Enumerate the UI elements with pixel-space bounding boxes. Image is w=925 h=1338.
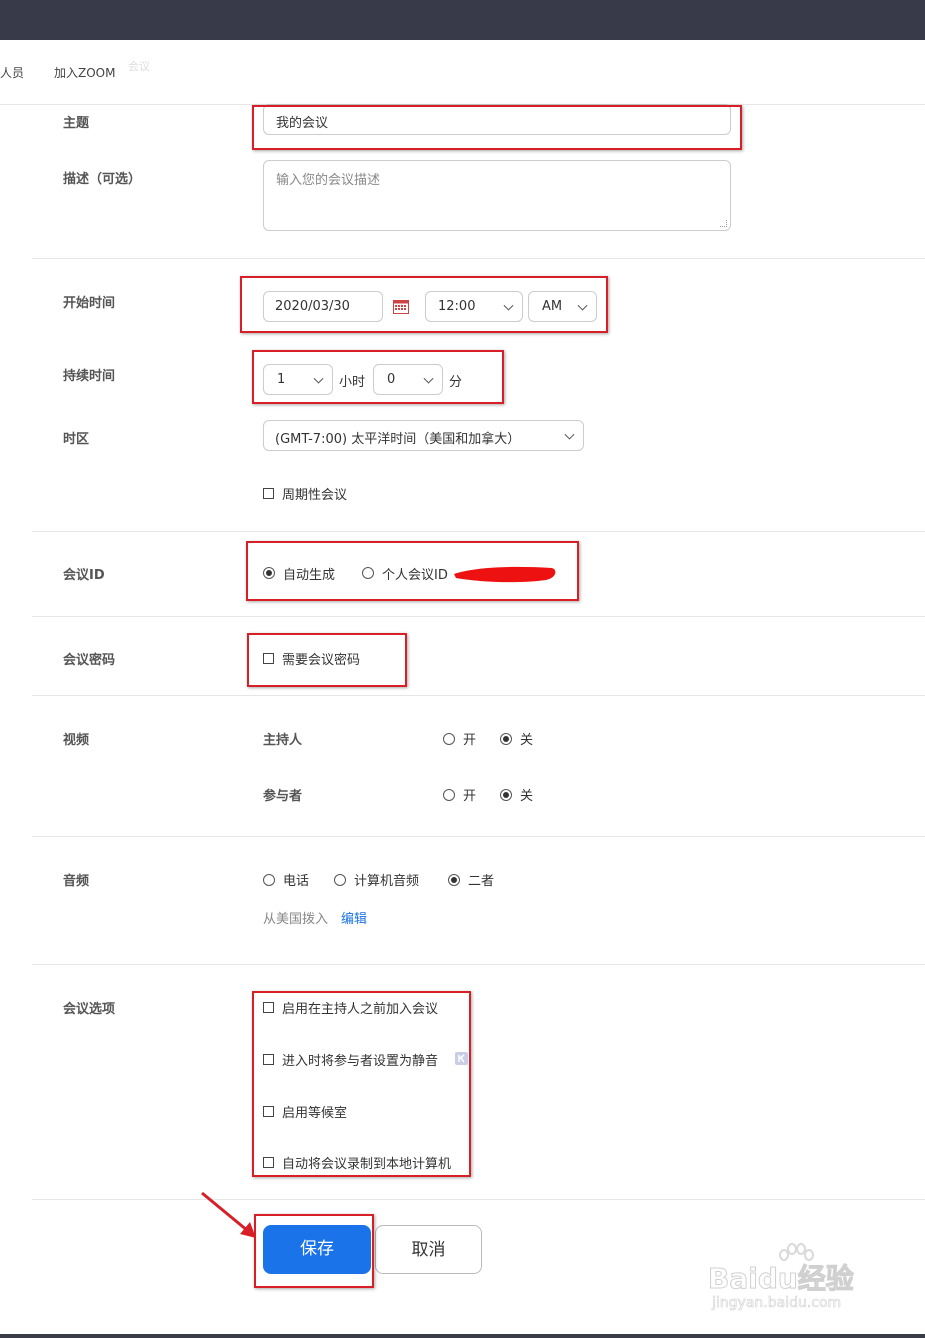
option-checkbox[interactable]: [263, 1106, 274, 1117]
video-participant-off-label: 关: [520, 789, 534, 804]
watermark-brand: Baidu经验: [708, 1262, 855, 1296]
chevron-down-icon: [313, 373, 324, 384]
meeting-id-auto-label: 自动生成: [283, 568, 336, 583]
divider: [32, 964, 925, 965]
video-host-on-radio[interactable]: [443, 733, 455, 745]
meeting-id-label: 会议ID: [63, 568, 105, 583]
cancel-button[interactable]: 取消: [375, 1225, 482, 1274]
recurring-label: 周期性会议: [282, 488, 348, 503]
timezone-select[interactable]: (GMT-7:00) 太平洋时间（美国和加拿大）: [263, 420, 584, 451]
password-checkbox-label: 需要会议密码: [282, 653, 361, 668]
password-label: 会议密码: [63, 653, 116, 668]
duration-hours-select[interactable]: 1: [263, 364, 333, 395]
duration-label: 持续时间: [63, 369, 116, 384]
video-label: 视频: [63, 733, 90, 748]
nav-faint-text: 会议: [128, 60, 150, 73]
audio-edit-link[interactable]: 编辑: [341, 908, 367, 927]
options-label: 会议选项: [63, 1002, 116, 1017]
date-value: 2020/03/30: [275, 299, 350, 314]
divider: [32, 695, 925, 696]
time-value: 12:00: [438, 299, 476, 314]
description-textarea[interactable]: 输入您的会议描述: [263, 160, 731, 231]
annotation-arrow-icon: [201, 1191, 256, 1238]
option-checkbox[interactable]: [263, 1157, 274, 1168]
audio-computer-radio[interactable]: [334, 874, 346, 886]
annotation-box-options: [252, 991, 471, 1177]
nav-item-join-zoom[interactable]: 加入ZOOM: [54, 64, 115, 81]
option-label: 自动将会议录制到本地计算机: [282, 1157, 452, 1172]
watermark-logo: Baidu经验 jingyan.baidu.com: [708, 1243, 878, 1315]
option-label: 启用在主持人之前加入会议: [282, 1002, 439, 1017]
divider: [32, 531, 925, 532]
option-label: 启用等候室: [282, 1106, 348, 1121]
top-bar: [0, 0, 925, 40]
date-input[interactable]: 2020/03/30: [263, 291, 383, 322]
chevron-down-icon: [564, 429, 575, 440]
ampm-value: AM: [542, 299, 563, 314]
chevron-down-icon: [503, 300, 514, 311]
option-checkbox[interactable]: [263, 1054, 274, 1065]
video-host-off-label: 关: [520, 733, 534, 748]
audio-both-label: 二者: [468, 874, 495, 889]
topic-value: 我的会议: [276, 116, 329, 131]
nav-item-people[interactable]: 人员: [0, 64, 24, 81]
audio-phone-radio[interactable]: [263, 874, 275, 886]
video-host-label: 主持人: [263, 733, 303, 748]
recurring-checkbox[interactable]: [263, 488, 274, 499]
redaction-scribble: [454, 566, 556, 583]
video-participant-on-label: 开: [463, 789, 477, 804]
duration-hours-value: 1: [277, 372, 286, 387]
option-checkbox[interactable]: [263, 1002, 274, 1013]
minutes-unit: 分: [449, 375, 463, 390]
start-time-label: 开始时间: [63, 296, 116, 311]
video-participant-on-radio[interactable]: [443, 789, 455, 801]
ampm-select[interactable]: AM: [528, 291, 597, 322]
save-button[interactable]: 保存: [263, 1225, 371, 1274]
meeting-id-auto-radio[interactable]: [263, 567, 275, 579]
password-checkbox[interactable]: [263, 653, 274, 664]
topic-input[interactable]: 我的会议: [263, 104, 731, 135]
audio-label: 音频: [63, 874, 90, 889]
divider: [32, 616, 925, 617]
duration-minutes-value: 0: [387, 372, 396, 387]
topic-label: 主题: [63, 116, 90, 131]
duration-minutes-select[interactable]: 0: [373, 364, 443, 395]
video-participant-label: 参与者: [263, 789, 303, 804]
description-placeholder: 输入您的会议描述: [276, 173, 381, 188]
audio-computer-label: 计算机音频: [354, 874, 420, 889]
divider: [32, 258, 925, 259]
video-host-off-radio[interactable]: [500, 733, 512, 745]
resize-handle-icon[interactable]: [720, 220, 727, 227]
timezone-label: 时区: [63, 432, 90, 447]
time-select[interactable]: 12:00: [425, 291, 523, 322]
video-participant-off-radio[interactable]: [500, 789, 512, 801]
audio-phone-label: 电话: [283, 874, 310, 889]
audio-dial-from: 从美国拨入: [263, 912, 329, 927]
sub-nav: 人员 加入ZOOM 会议: [0, 40, 925, 105]
video-host-on-label: 开: [463, 733, 477, 748]
description-label: 描述（可选）: [63, 172, 142, 187]
info-icon[interactable]: [455, 1052, 468, 1065]
audio-both-radio[interactable]: [448, 874, 460, 886]
option-label: 进入时将参与者设置为静音: [282, 1054, 439, 1069]
divider: [32, 836, 925, 837]
meeting-id-personal-label: 个人会议ID: [382, 568, 448, 583]
watermark-url: jingyan.baidu.com: [712, 1295, 842, 1312]
chevron-down-icon: [577, 300, 588, 311]
divider: [32, 1199, 925, 1200]
chevron-down-icon: [423, 373, 434, 384]
meeting-id-personal-radio[interactable]: [362, 567, 374, 579]
timezone-value: (GMT-7:00) 太平洋时间（美国和加拿大）: [275, 432, 521, 447]
bottom-bar: [0, 1334, 925, 1338]
hours-unit: 小时: [339, 375, 366, 390]
calendar-icon[interactable]: [393, 299, 409, 314]
